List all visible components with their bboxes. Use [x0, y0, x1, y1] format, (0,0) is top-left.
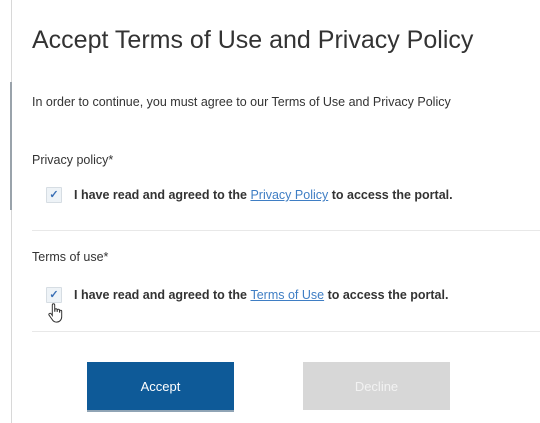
terms-of-use-label: Terms of use*	[32, 250, 109, 264]
privacy-policy-link[interactable]: Privacy Policy	[250, 188, 328, 202]
terms-of-use-checkbox[interactable]: ✓	[46, 287, 62, 303]
privacy-policy-consent[interactable]: ✓ I have read and agreed to the Privacy …	[46, 187, 453, 203]
privacy-policy-checkbox[interactable]: ✓	[46, 187, 62, 203]
privacy-consent-text: I have read and agreed to the Privacy Po…	[74, 188, 453, 202]
decline-button[interactable]: Decline	[303, 362, 450, 410]
terms-dialog: Accept Terms of Use and Privacy Policy I…	[32, 0, 540, 423]
privacy-text-after: to access the portal.	[331, 188, 453, 202]
left-divider	[11, 0, 12, 423]
checkmark-icon: ✓	[49, 289, 59, 301]
privacy-text-before: I have read and agreed to the	[74, 188, 251, 202]
section-divider-bottom	[32, 331, 540, 332]
privacy-policy-label: Privacy policy*	[32, 153, 114, 167]
accept-button[interactable]: Accept	[87, 362, 234, 412]
section-divider	[32, 230, 540, 231]
terms-text-after: to access the portal.	[327, 288, 449, 302]
terms-text-before: I have read and agreed to the	[74, 288, 251, 302]
dialog-title: Accept Terms of Use and Privacy Policy	[32, 26, 474, 54]
hand-pointer-icon	[48, 303, 63, 323]
terms-consent-text: I have read and agreed to the Terms of U…	[74, 288, 448, 302]
terms-of-use-consent[interactable]: ✓ I have read and agreed to the Terms of…	[46, 287, 448, 303]
terms-of-use-link[interactable]: Terms of Use	[250, 288, 324, 302]
left-scroll-indicator	[10, 82, 12, 210]
checkmark-icon: ✓	[49, 189, 59, 201]
intro-text: In order to continue, you must agree to …	[32, 95, 451, 109]
